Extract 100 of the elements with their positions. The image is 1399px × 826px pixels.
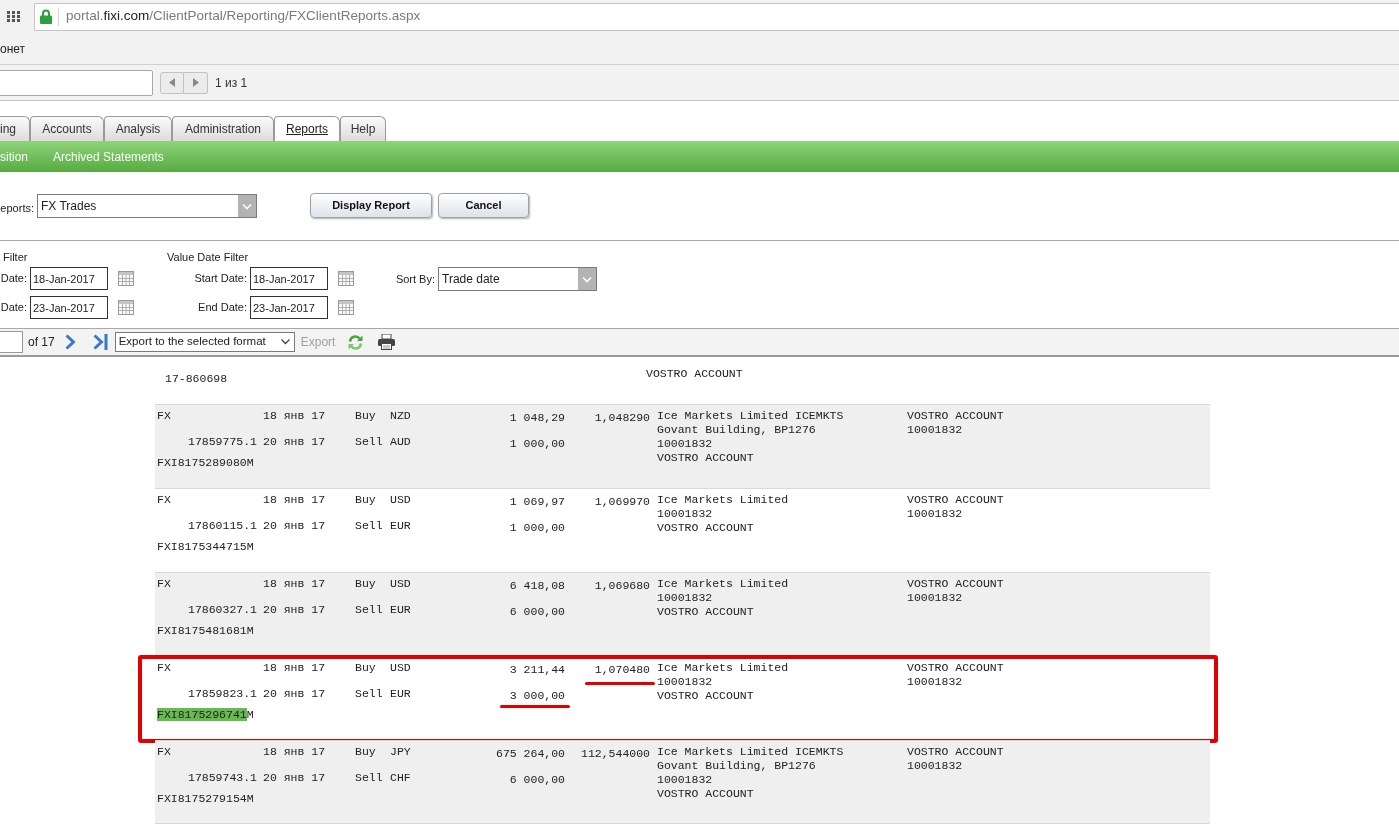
filter-label: Start Date: [194,271,247,287]
account-line: 10001832 [907,759,963,773]
amount: 1 000,00 [509,521,565,534]
action-button[interactable]: Display Report [310,193,432,218]
caret-icon[interactable] [280,339,290,345]
counterparty-line: Ice Markets Limited [657,577,789,591]
trade-side: Sell [355,519,383,533]
account-line: VOSTRO ACCOUNT [907,493,1004,507]
amount: 1 048,29 [509,411,565,424]
trade-side: Buy [355,409,376,423]
address-bar[interactable]: portal.fixi.com/ClientPortal/Reporting/FXClientReports.aspx [34,2,1399,31]
page-total: of 17 [28,334,55,351]
next-page-icon[interactable] [64,334,76,350]
lock-icon [40,9,52,24]
trade-type: FX [157,745,171,759]
currency: CHF [390,771,411,785]
trade-date: 18 янв 17 [263,745,326,759]
sort-dropdown[interactable]: Trade date [438,267,597,291]
date-input[interactable]: 18-Jan-2017 [30,267,108,290]
counterparty-line: Ice Markets Limited [657,661,789,675]
trade-side: Buy [355,661,376,675]
exchange-rate: 1,070480 [594,663,650,676]
currency: JPY [390,745,411,759]
printer-icon[interactable] [378,334,396,350]
filter-label: End Date: [198,300,247,316]
counterparty-line: VOSTRO ACCOUNT [646,367,743,381]
right-triangle-icon [192,78,199,87]
nav-tab[interactable]: Reports [274,116,340,141]
trade-side: Buy [355,745,376,759]
find-input[interactable] [0,69,153,96]
trade-date: 18 янв 17 [263,409,326,423]
currency: EUR [390,603,411,617]
trade-id: 17859743.1 [188,771,257,785]
calendar-icon[interactable] [118,271,134,286]
counterparty-line: Govant Building, BP1276 [657,423,816,437]
account-line: VOSTRO ACCOUNT [907,661,1004,675]
action-button[interactable]: Cancel [438,193,529,218]
trade-date: 18 янв 17 [263,661,326,675]
trade-date: 18 янв 17 [263,493,326,507]
counterparty-line: Govant Building, BP1276 [657,759,816,773]
date-input[interactable]: 23-Jan-2017 [250,296,328,319]
trade-id: 17860115.1 [188,519,257,533]
trade-type: FX [157,661,171,675]
date-input[interactable]: 23-Jan-2017 [30,296,108,319]
filter-group-title: Filter [3,250,28,264]
refresh-icon[interactable] [347,333,365,351]
value-date: 20 янв 17 [263,603,326,617]
external-reference: FXI8175344715M [157,540,254,554]
calendar-icon[interactable] [118,300,134,315]
external-reference: FXI8175296741M [157,708,254,722]
account-line: VOSTRO ACCOUNT [907,409,1004,423]
nav-tab[interactable]: Accounts [30,116,104,141]
nav-tab[interactable]: ing [0,116,30,141]
account-line: 10001832 [907,591,963,605]
nav-tab[interactable]: Help [340,116,386,141]
trade-date: 18 янв 17 [263,577,326,591]
trade-side: Buy [355,493,376,507]
amount: 6 000,00 [509,773,565,786]
counterparty-line: VOSTRO ACCOUNT [657,689,754,703]
account-line: 10001832 [907,423,963,437]
filter-label: Date: [0,271,27,287]
export-format-dropdown[interactable]: Export to the selected format [114,332,295,352]
trade-id: 17860327.1 [188,603,257,617]
report-label: eports: [0,201,34,216]
calendar-icon[interactable] [338,300,354,315]
currency: EUR [390,687,411,701]
previous-match-button[interactable] [160,71,184,94]
next-match-button[interactable] [184,71,208,94]
amount: 3 211,44 [509,663,565,676]
account-line: VOSTRO ACCOUNT [907,577,1004,591]
currency: USD [390,493,411,507]
value-date: 20 янв 17 [263,519,326,533]
nav-tab[interactable]: Administration [172,116,274,141]
amount: 6 418,08 [509,579,565,592]
report-dropdown[interactable]: FX Trades [37,194,257,218]
currency: AUD [390,435,411,449]
counterparty-line: 10001832 [657,773,713,787]
currency: USD [390,577,411,591]
date-input[interactable]: 18-Jan-2017 [250,267,328,290]
exchange-rate: 1,069970 [594,495,650,508]
value-date: 20 янв 17 [263,687,326,701]
match-count: 1 из 1 [215,74,248,92]
trade-side: Sell [355,435,383,449]
filter-group-title: Value Date Filter [167,250,249,264]
counterparty-line: 10001832 [657,507,713,521]
page-number-input[interactable] [0,331,23,353]
trade-id: 17859775.1 [188,435,257,449]
currency: NZD [390,409,411,423]
account-line: 10001832 [907,675,963,689]
calendar-icon[interactable] [338,271,354,286]
counterparty-line: VOSTRO ACCOUNT [657,787,754,801]
nav-tab[interactable]: Analysis [104,116,172,141]
counterparty-line: 10001832 [657,437,713,451]
exchange-rate: 1,069680 [594,579,650,592]
apps-grid-icon[interactable] [7,11,20,22]
last-page-icon[interactable] [92,334,108,350]
bookmark-link[interactable]: онет [0,39,26,58]
account-line: 10001832 [907,507,963,521]
amount: 675 264,00 [496,747,565,760]
external-reference: FXI8175289080M [157,456,254,470]
